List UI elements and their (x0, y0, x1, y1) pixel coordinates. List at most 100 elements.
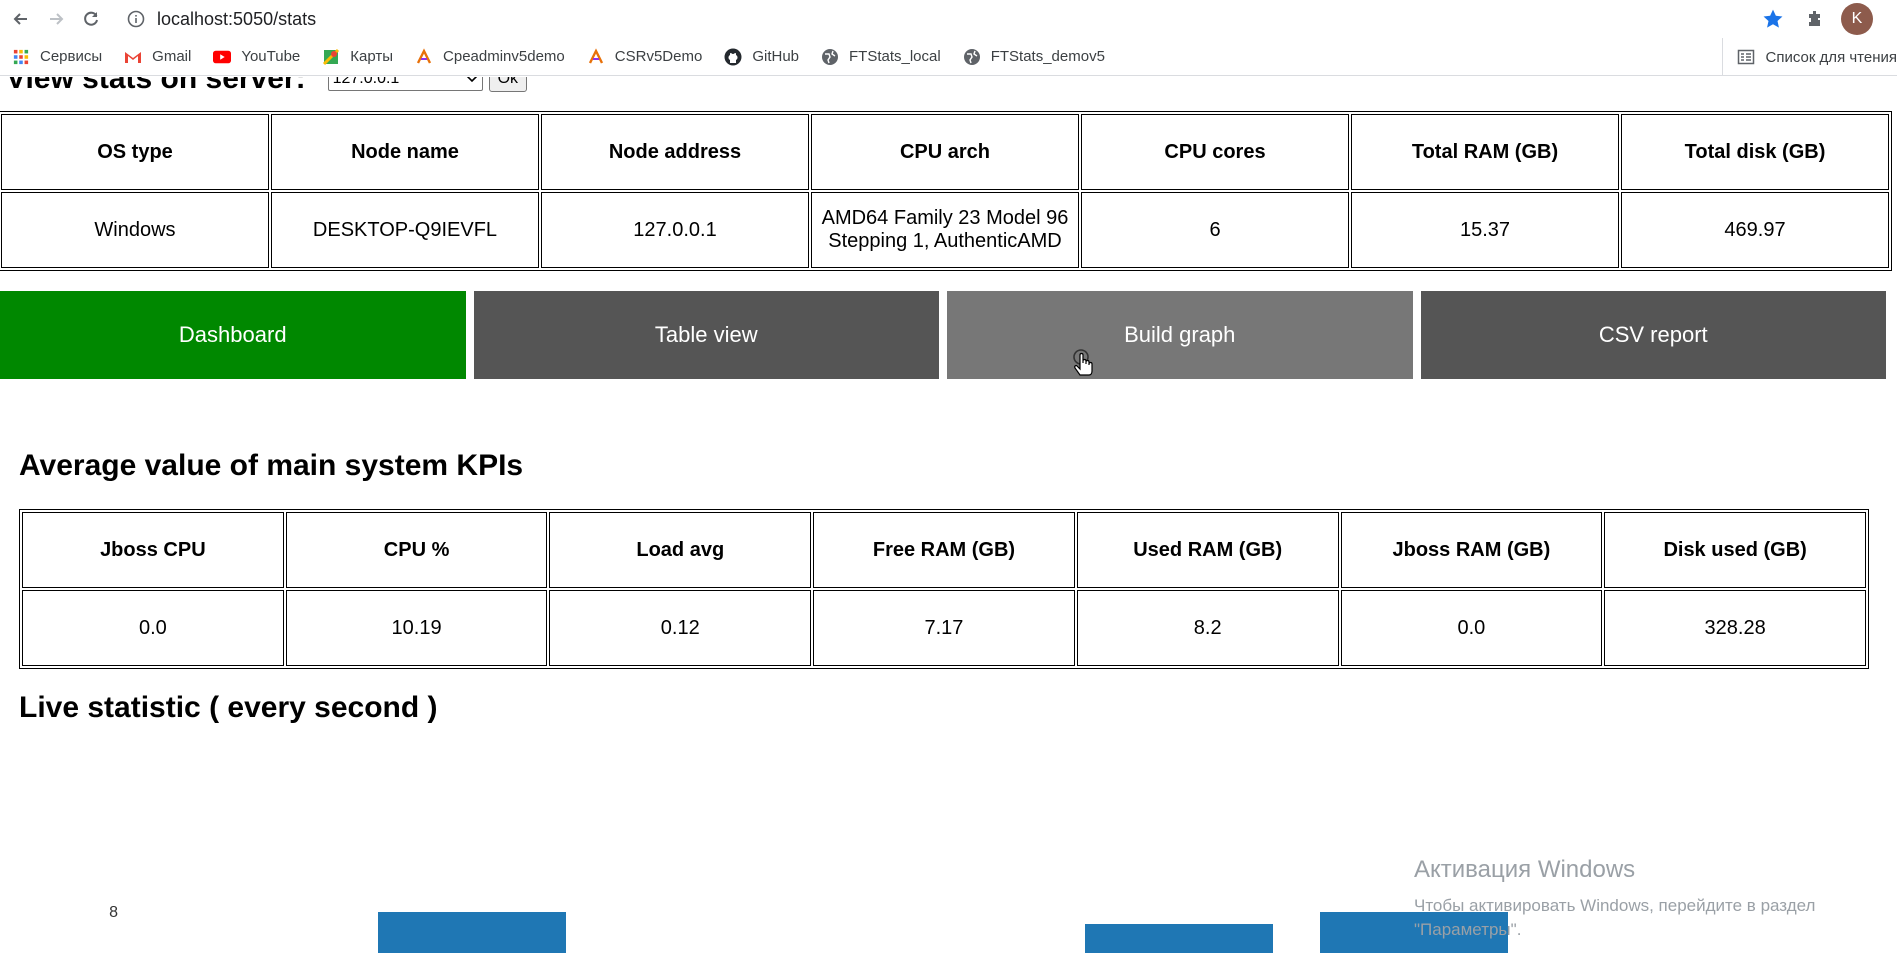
table-header-cell: CPU % (285, 512, 548, 588)
maps-icon (322, 48, 340, 66)
kpi-section-title: Average value of main system KPIs (19, 449, 524, 482)
build-graph-button[interactable]: Build graph (947, 291, 1413, 379)
bookmarks-bar: Сервисы Gmail YouTube Карты Cpeadminv5de… (0, 38, 1897, 76)
browser-toolbar: localhost:5050/stats K (0, 0, 1897, 38)
table-cell: AMD64 Family 23 Model 96 Stepping 1, Aut… (811, 192, 1079, 268)
table-cell: 8.2 (1076, 590, 1339, 666)
bookmark-label: GitHub (752, 48, 799, 65)
chevron-down-icon (466, 77, 477, 83)
bookmark-label: FTStats_demov5 (990, 48, 1105, 65)
watermark-text: Чтобы активировать Windows, перейдите в … (1414, 896, 1816, 939)
bookmark-github[interactable]: GitHub (724, 48, 799, 66)
table-header-row: OS type Node name Node address CPU arch … (1, 114, 1889, 190)
site-icon (587, 47, 605, 66)
table-header-cell: Total RAM (GB) (1351, 114, 1619, 190)
arrow-left-icon (13, 13, 27, 25)
server-info-table: OS type Node name Node address CPU arch … (0, 111, 1892, 271)
bookmark-label: Сервисы (40, 48, 103, 65)
dashboard-button[interactable]: Dashboard (0, 291, 466, 379)
star-icon (1763, 9, 1783, 28)
table-cell: 6 (1081, 192, 1349, 268)
extensions-button[interactable] (1799, 3, 1831, 35)
hand-cursor-icon (1073, 349, 1093, 376)
site-icon (415, 47, 433, 66)
table-header-cell: Jboss RAM (GB) (1340, 512, 1603, 588)
table-header-cell: Disk used (GB) (1604, 512, 1866, 588)
table-cell: 15.37 (1351, 192, 1619, 268)
bookmark-cpeadmin[interactable]: Cpeadminv5demo (415, 47, 565, 66)
bookmark-services[interactable]: Сервисы (12, 48, 102, 66)
reading-list-icon (1738, 49, 1755, 65)
apps-grid-icon (12, 48, 30, 66)
table-cell: DESKTOP-Q9IEVFL (271, 192, 539, 268)
bookmark-star-button[interactable] (1757, 3, 1789, 35)
table-header-cell: Total disk (GB) (1621, 114, 1889, 190)
table-header-cell: Node name (271, 114, 539, 190)
url-field[interactable]: localhost:5050/stats (127, 9, 316, 30)
table-row: Windows DESKTOP-Q9IEVFL 127.0.0.1 AMD64 … (1, 192, 1889, 268)
arrow-right-icon (50, 13, 64, 25)
back-button[interactable] (7, 5, 35, 33)
youtube-icon (213, 48, 232, 66)
table-cell: 328.28 (1604, 590, 1866, 666)
windows-activation-watermark: Активация Windows Чтобы активировать Win… (1414, 856, 1884, 942)
chart-bar (1085, 924, 1273, 953)
table-cell: 10.19 (285, 590, 548, 666)
server-heading: View stats on server: (6, 77, 306, 95)
bookmark-label: CSRv5Demo (614, 48, 703, 65)
table-header-cell: Jboss CPU (22, 512, 284, 588)
table-header-cell: OS type (1, 114, 269, 190)
table-header-cell: Node address (541, 114, 809, 190)
table-view-button[interactable]: Table view (473, 291, 939, 379)
server-selector-row: View stats on server: 127.0.0.1 Ok (6, 77, 528, 97)
bookmark-youtube[interactable]: YouTube (213, 48, 300, 66)
watermark-title: Активация Windows (1414, 856, 1636, 883)
reading-list-label: Список для чтения (1765, 48, 1897, 66)
bookmark-label: Карты (350, 48, 394, 65)
bookmark-label: FTStats_local (849, 48, 941, 65)
chart-bar (378, 912, 566, 953)
gmail-icon (124, 48, 142, 66)
table-cell: 0.0 (22, 590, 284, 666)
profile-avatar[interactable]: K (1841, 3, 1873, 35)
bookmark-label: YouTube (241, 48, 301, 65)
bookmark-ftstats-local[interactable]: FTStats_local (821, 48, 941, 66)
url-text: localhost:5050/stats (157, 8, 317, 29)
table-header-cell: CPU cores (1081, 114, 1349, 190)
table-cell: 0.12 (549, 590, 812, 666)
table-header-cell: CPU arch (811, 114, 1079, 190)
server-select-value: 127.0.0.1 (332, 77, 400, 87)
puzzle-icon (1809, 11, 1820, 26)
info-icon (127, 10, 145, 28)
csv-report-button[interactable]: CSV report (1420, 291, 1886, 379)
globe-icon (821, 48, 839, 66)
table-cell: Windows (1, 192, 269, 268)
page-content: View stats on server: 127.0.0.1 Ok OS ty… (0, 77, 1897, 953)
bookmark-label: Cpeadminv5demo (443, 48, 565, 65)
reading-list-button[interactable]: Список для чтения (1722, 38, 1897, 76)
server-select[interactable]: 127.0.0.1 (327, 77, 483, 91)
table-cell: 7.17 (813, 590, 1075, 666)
table-cell: 127.0.0.1 (541, 192, 809, 268)
bookmark-gmail[interactable]: Gmail (124, 48, 191, 66)
table-header-cell: Used RAM (GB) (1076, 512, 1339, 588)
kpi-table: Jboss CPU CPU % Load avg Free RAM (GB) U… (19, 509, 1869, 669)
table-header-cell: Free RAM (GB) (813, 512, 1075, 588)
reload-icon (84, 11, 98, 26)
live-section-title: Live statistic ( every second ) (19, 691, 438, 724)
globe-icon (963, 48, 981, 66)
ok-button[interactable]: Ok (488, 77, 528, 92)
bookmark-csrv5demo[interactable]: CSRv5Demo (587, 47, 703, 66)
forward-button[interactable] (42, 5, 70, 33)
bookmark-maps[interactable]: Карты (322, 48, 393, 66)
table-cell: 0.0 (1340, 590, 1603, 666)
table-row: 0.0 10.19 0.12 7.17 8.2 0.0 328.28 (22, 590, 1866, 666)
view-nav-buttons: Dashboard Table view Build graph CSV rep… (0, 291, 1886, 379)
reload-button[interactable] (77, 5, 105, 33)
github-icon (724, 48, 742, 66)
table-header-cell: Load avg (549, 512, 812, 588)
bookmark-label: Gmail (152, 48, 192, 65)
bookmark-ftstats-demov5[interactable]: FTStats_demov5 (963, 48, 1105, 66)
table-cell: 469.97 (1621, 192, 1889, 268)
table-header-row: Jboss CPU CPU % Load avg Free RAM (GB) U… (22, 512, 1866, 588)
